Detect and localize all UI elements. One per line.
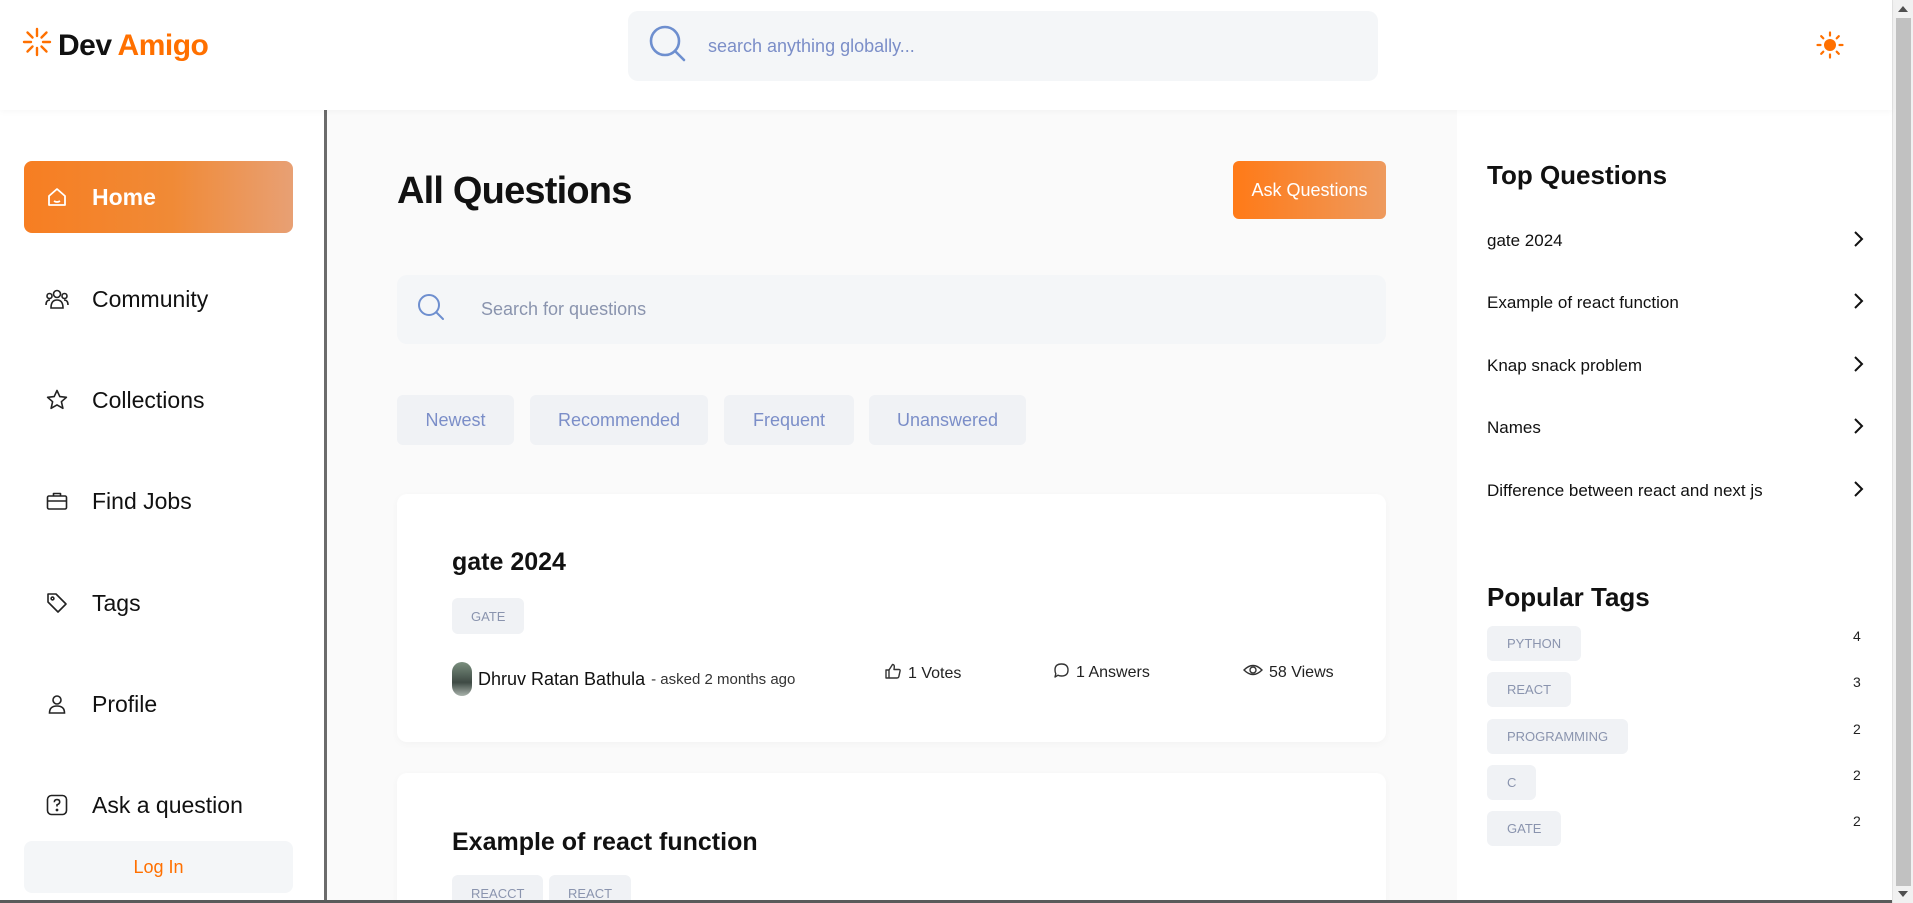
left-sidebar: Home Community Collections Find Jobs Tag… [0,110,327,903]
top-question-title: Names [1487,418,1541,437]
chevron-right-icon [1852,292,1864,315]
thumbs-up-icon [884,662,902,685]
question-card[interactable]: Example of react function REACCT REACT [397,773,1386,903]
login-button[interactable]: Log In [24,841,293,893]
question-card[interactable]: gate 2024 GATE Dhruv Ratan Bathula - ask… [397,494,1386,742]
search-icon [417,293,445,326]
sidebar-item-label: Find Jobs [92,487,192,514]
popular-tag-count: 4 [1853,628,1861,644]
popular-tag[interactable]: PROGRAMMING [1487,719,1629,754]
top-question-title: Example of react function [1487,293,1679,312]
question-author[interactable]: Dhruv Ratan Bathula - asked 2 months ago [452,662,795,696]
eye-icon [1243,662,1263,683]
question-votes: 1 Votes [884,662,961,685]
page-title: All Questions [397,170,632,212]
sidebar-item-label: Home [92,183,156,210]
author-name: Dhruv Ratan Bathula [478,668,646,689]
popular-tag-count: 2 [1853,767,1861,783]
popular-tag-count: 2 [1853,813,1861,829]
home-icon [44,184,70,210]
popular-tag-count: 2 [1853,721,1861,737]
filter-unanswered[interactable]: Unanswered [869,395,1026,445]
scroll-down-arrow-icon[interactable] [1898,891,1908,897]
popular-tag[interactable]: GATE [1487,811,1562,846]
answers-count: 1 Answers [1076,664,1150,681]
sidebar-item-label: Community [92,285,209,312]
sun-icon [1816,30,1844,64]
users-icon [44,286,70,312]
sidebar-item-tags[interactable]: Tags [24,567,293,639]
sidebar-item-label: Collections [92,386,205,413]
question-answers: 1 Answers [1053,662,1150,684]
top-question-item[interactable]: Example of react function [1487,287,1864,319]
top-question-item[interactable]: Difference between react and next js [1487,475,1864,507]
logo-burst-icon [22,27,52,65]
logo-text-amigo: Amigo [117,29,209,62]
filter-recommended[interactable]: Recommended [530,395,708,445]
chevron-right-icon [1852,417,1864,440]
chevron-right-icon [1852,230,1864,253]
popular-tag[interactable]: REACT [1487,672,1572,707]
chevron-right-icon [1852,480,1864,503]
page-scrollbar[interactable] [1892,0,1913,903]
sidebar-item-label: Profile [92,690,158,717]
question-title[interactable]: Example of react function [452,828,758,857]
avatar [452,662,472,696]
scrollbar-thumb[interactable] [1896,18,1911,886]
theme-toggle-button[interactable] [1815,30,1845,64]
sidebar-item-ask-question[interactable]: Ask a question [24,769,293,841]
question-views: 58 Views [1243,662,1334,683]
comment-icon [1053,662,1070,684]
top-question-item[interactable]: Names [1487,412,1864,444]
right-sidebar: Top Questions gate 2024 Example of react… [1457,110,1892,903]
briefcase-icon [44,488,70,514]
sidebar-item-find-jobs[interactable]: Find Jobs [24,465,293,537]
top-question-title: gate 2024 [1487,231,1563,250]
star-icon [44,387,70,413]
main-content: All Questions Ask Questions Search for q… [327,110,1457,903]
top-question-item[interactable]: gate 2024 [1487,225,1864,257]
chevron-right-icon [1852,355,1864,378]
global-search-placeholder: search anything globally... [708,35,915,56]
question-search-input[interactable]: Search for questions [397,275,1386,344]
sidebar-item-label: Ask a question [92,791,243,818]
global-search-input[interactable]: search anything globally... [628,11,1378,81]
sidebar-item-collections[interactable]: Collections [24,364,293,436]
sidebar-item-community[interactable]: Community [24,263,293,335]
logo-text-dev: Dev [58,29,112,62]
top-header: Dev Amigo search anything globally... [0,0,1892,110]
ask-questions-button[interactable]: Ask Questions [1233,161,1386,219]
question-tag[interactable]: REACCT [452,875,544,903]
top-question-title: Difference between react and next js [1487,481,1763,500]
asked-time: - asked 2 months ago [651,670,796,688]
question-title[interactable]: gate 2024 [452,548,566,577]
user-icon [44,691,70,717]
top-question-title: Knap snack problem [1487,356,1642,375]
views-count: 58 Views [1269,663,1334,681]
top-questions-heading: Top Questions [1487,160,1668,190]
logo[interactable]: Dev Amigo [22,27,209,65]
tag-icon [44,590,70,616]
question-tag[interactable]: REACT [549,875,632,903]
question-icon [44,792,70,818]
popular-tag[interactable]: PYTHON [1487,626,1582,661]
search-icon [648,24,688,69]
filter-frequent[interactable]: Frequent [724,395,854,445]
scroll-up-arrow-icon[interactable] [1898,6,1908,12]
popular-tag[interactable]: C [1487,765,1537,800]
sidebar-item-home[interactable]: Home [24,161,293,233]
popular-tags-heading: Popular Tags [1487,582,1650,612]
question-tag[interactable]: GATE [452,598,525,634]
sidebar-item-profile[interactable]: Profile [24,668,293,740]
filter-newest[interactable]: Newest [397,395,514,445]
votes-count: 1 Votes [908,664,962,682]
top-question-item[interactable]: Knap snack problem [1487,350,1864,382]
question-search-placeholder: Search for questions [481,299,647,319]
sidebar-item-label: Tags [92,589,141,616]
popular-tag-count: 3 [1853,674,1861,690]
